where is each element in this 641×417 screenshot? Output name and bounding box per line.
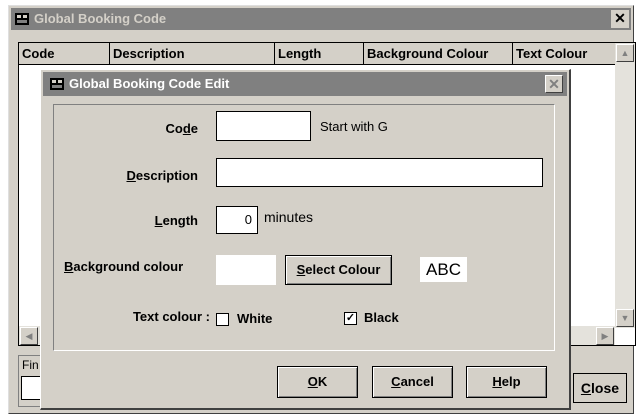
cancel-rest: ancel bbox=[400, 374, 434, 389]
close-button-rest: lose bbox=[591, 380, 620, 396]
column-header-text-colour[interactable]: Text Colour bbox=[513, 43, 615, 64]
window-title: Global Booking Code bbox=[34, 11, 167, 26]
close-button[interactable]: Close bbox=[573, 373, 627, 403]
ok-rest: K bbox=[317, 374, 328, 389]
length-label-mnemonic: L bbox=[154, 213, 163, 228]
black-checkbox-label: Black bbox=[364, 310, 399, 325]
column-header-length[interactable]: Length bbox=[275, 43, 364, 64]
cancel-mnemonic: C bbox=[391, 374, 401, 389]
code-label-pre: Co bbox=[165, 121, 183, 136]
select-colour-button[interactable]: Select Colour bbox=[285, 255, 392, 285]
help-mnemonic: H bbox=[492, 374, 502, 389]
background-colour-swatch bbox=[216, 255, 276, 285]
text-colour-label: Text colour : bbox=[132, 309, 210, 324]
cancel-button[interactable]: Cancel bbox=[372, 366, 453, 398]
background-colour-label-post: ackground colour bbox=[73, 259, 184, 274]
ok-button[interactable]: OK bbox=[277, 366, 358, 398]
black-checkbox[interactable]: ✓ bbox=[344, 312, 357, 325]
column-header-code[interactable]: Code bbox=[19, 43, 110, 64]
window-close-icon[interactable]: ✕ bbox=[611, 10, 629, 28]
scroll-right-icon[interactable]: ▶ bbox=[596, 327, 614, 345]
length-input[interactable]: 0 bbox=[216, 206, 258, 234]
description-label-post: escription bbox=[135, 168, 198, 183]
scroll-left-icon[interactable]: ◀ bbox=[20, 327, 38, 345]
help-button[interactable]: Help bbox=[466, 366, 547, 398]
description-label-mnemonic: D bbox=[126, 168, 136, 183]
grid-vertical-scrollbar[interactable]: ▲ ▼ bbox=[615, 43, 635, 328]
help-rest: elp bbox=[501, 374, 521, 389]
description-input[interactable] bbox=[216, 158, 543, 187]
dialog-close-icon[interactable]: ✕ bbox=[545, 75, 563, 93]
code-input[interactable] bbox=[216, 111, 311, 141]
close-button-mnemonic: C bbox=[580, 380, 592, 396]
background-colour-label-mnemonic: B bbox=[64, 259, 74, 274]
ok-mnemonic: O bbox=[307, 374, 318, 389]
scroll-up-icon[interactable]: ▲ bbox=[616, 44, 634, 62]
scroll-down-icon[interactable]: ▼ bbox=[616, 309, 634, 327]
select-colour-mnemonic: S bbox=[296, 262, 306, 277]
length-label: Length bbox=[114, 213, 198, 228]
column-header-background-colour[interactable]: Background Colour bbox=[364, 43, 513, 64]
white-checkbox-label: White bbox=[237, 311, 273, 326]
length-label-post: ength bbox=[162, 213, 198, 228]
column-header-description[interactable]: Description bbox=[110, 43, 275, 64]
dialog-title: Global Booking Code Edit bbox=[69, 76, 230, 91]
window-title-bar[interactable]: Global Booking Code ✕ bbox=[11, 8, 631, 30]
white-checkbox[interactable] bbox=[216, 313, 229, 326]
code-label-post: e bbox=[190, 121, 198, 136]
select-colour-rest: elect Colour bbox=[305, 262, 381, 277]
colour-preview: ABC bbox=[420, 257, 467, 282]
edit-fields-group: Code Start with G Description Length 0 m… bbox=[53, 104, 555, 351]
app-icon bbox=[50, 78, 64, 90]
code-label-mnemonic: d bbox=[182, 121, 191, 136]
grid-header: Code Description Length Background Colou… bbox=[19, 43, 615, 65]
dialog-title-bar[interactable]: Global Booking Code Edit ✕ bbox=[43, 72, 567, 96]
length-unit: minutes bbox=[264, 209, 314, 225]
app-icon bbox=[15, 13, 29, 25]
code-label: Code bbox=[114, 121, 198, 136]
description-label: Description bbox=[94, 168, 198, 183]
booking-code-edit-dialog: Global Booking Code Edit ✕ Code Start wi… bbox=[40, 69, 571, 410]
code-hint: Start with G bbox=[320, 119, 388, 134]
find-label: Fin bbox=[22, 358, 39, 372]
background-colour-label: Background colour bbox=[54, 259, 216, 274]
